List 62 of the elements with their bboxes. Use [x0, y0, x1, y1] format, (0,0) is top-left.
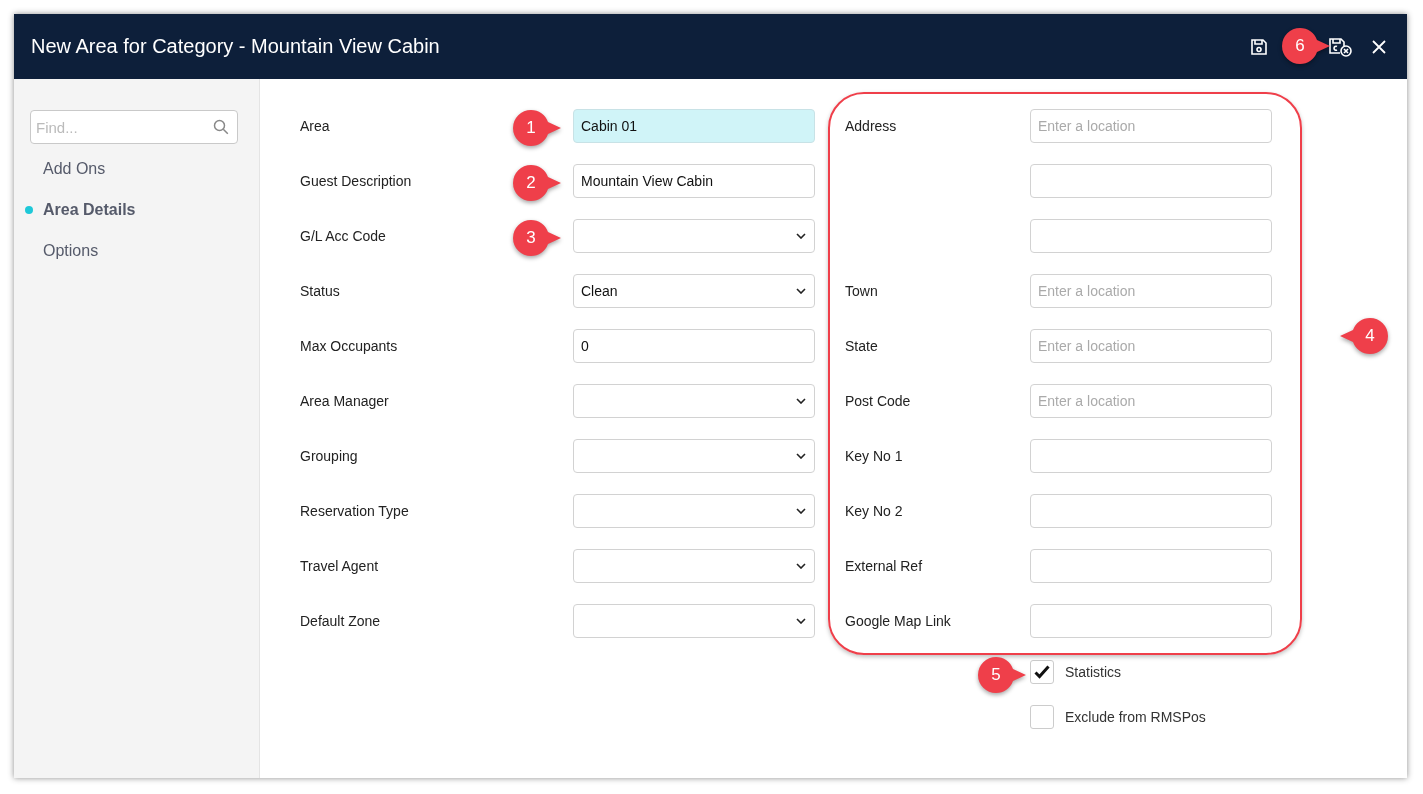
field-label: Area Manager: [300, 393, 389, 409]
field-label: Town: [845, 283, 878, 299]
dropdown[interactable]: [573, 549, 815, 583]
chevron-down-icon: [796, 508, 806, 514]
text-field[interactable]: Enter a location: [1030, 109, 1272, 143]
field-label: Key No 1: [845, 448, 903, 464]
checkbox-label: Statistics: [1065, 664, 1121, 680]
field-label: Reservation Type: [300, 503, 409, 519]
callout-marker: 4: [1338, 318, 1388, 354]
checkbox[interactable]: [1030, 660, 1054, 684]
field-label: Post Code: [845, 393, 911, 409]
dropdown[interactable]: [573, 384, 815, 418]
dropdown[interactable]: Clean: [573, 274, 815, 308]
dropdown[interactable]: [573, 604, 815, 638]
text-field[interactable]: 0: [573, 329, 815, 363]
sidebar-item[interactable]: Area Details: [43, 200, 136, 219]
field-label: Area: [300, 118, 330, 134]
chevron-down-icon: [796, 563, 806, 569]
dropdown-value: Clean: [581, 283, 618, 299]
checkbox-label: Exclude from RMSPos: [1065, 709, 1206, 725]
text-field[interactable]: Enter a location: [1030, 274, 1272, 308]
field-label: Max Occupants: [300, 338, 398, 354]
sidebar-item[interactable]: Options: [43, 241, 99, 260]
chevron-down-icon: [796, 618, 806, 624]
window-title: New Area for Category - Mountain View Cabin: [31, 35, 440, 58]
field-label: Address: [845, 118, 897, 134]
text-field[interactable]: Enter a location: [1030, 384, 1272, 418]
text-field[interactable]: Enter a location: [1030, 329, 1272, 363]
chevron-down-icon: [796, 398, 806, 404]
field-label: Default Zone: [300, 613, 381, 629]
field-label: External Ref: [845, 558, 923, 574]
callout-marker: 5: [978, 657, 1028, 693]
text-field[interactable]: [1030, 219, 1272, 253]
callout-marker: 2: [513, 165, 563, 201]
text-field[interactable]: [1030, 164, 1272, 198]
dropdown[interactable]: [573, 219, 815, 253]
field-label: Travel Agent: [300, 558, 379, 574]
checkbox[interactable]: [1030, 705, 1054, 729]
sidebar-item[interactable]: Add Ons: [43, 159, 106, 178]
callout-marker: 6: [1282, 28, 1332, 64]
field-label: G/L Acc Code: [300, 228, 386, 244]
find-field[interactable]: Find...: [30, 110, 238, 144]
dropdown[interactable]: [573, 439, 815, 473]
field-label: Guest Description: [300, 173, 412, 189]
text-field[interactable]: [1030, 494, 1272, 528]
text-field[interactable]: Cabin 01: [573, 109, 815, 143]
callout-marker: 1: [513, 110, 563, 146]
field-label: Status: [300, 283, 340, 299]
text-field[interactable]: [1030, 549, 1272, 583]
field-label: State: [845, 338, 878, 354]
callout-marker: 3: [513, 220, 563, 256]
chevron-down-icon: [796, 288, 806, 294]
dropdown[interactable]: [573, 494, 815, 528]
chevron-down-icon: [796, 233, 806, 239]
search-icon: [213, 119, 229, 135]
field-label: Grouping: [300, 448, 358, 464]
chevron-down-icon: [796, 453, 806, 459]
field-label: Google Map Link: [845, 613, 951, 629]
text-field[interactable]: [1030, 604, 1272, 638]
text-field[interactable]: Mountain View Cabin: [573, 164, 815, 198]
field-label: Key No 2: [845, 503, 903, 519]
text-field[interactable]: [1030, 439, 1272, 473]
